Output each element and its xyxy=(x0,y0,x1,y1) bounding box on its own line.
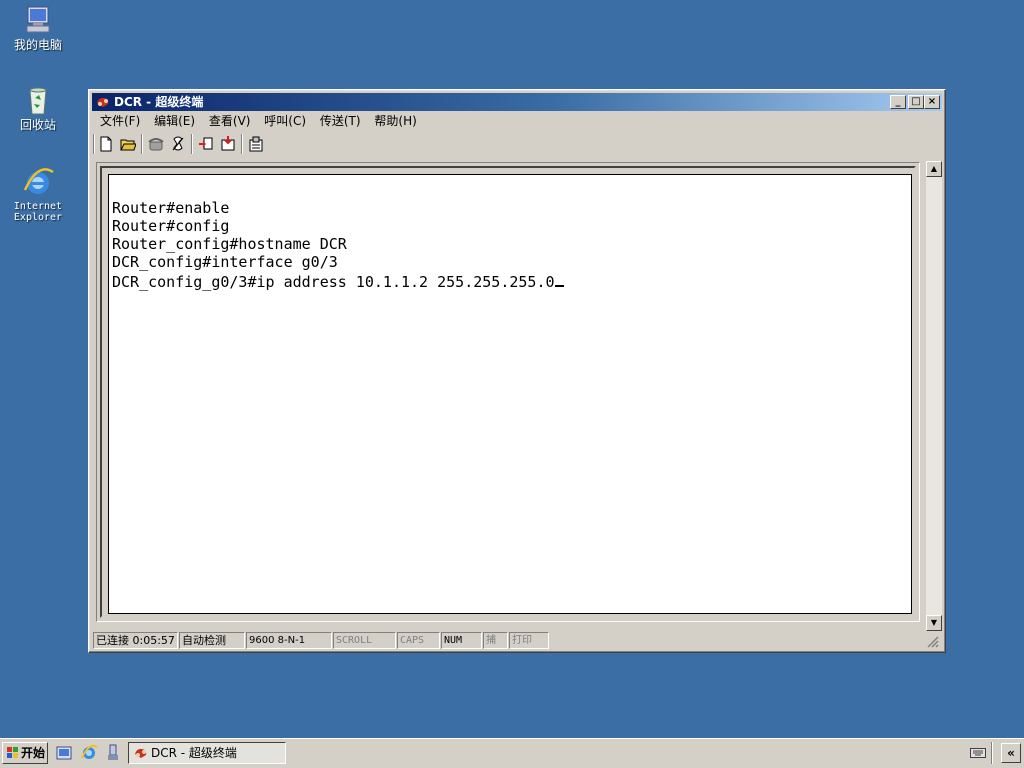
menu-bar: 文件(F) 编辑(E) 查看(V) 呼叫(C) 传送(T) 帮助(H) xyxy=(95,112,422,130)
status-print: 打印 xyxy=(509,632,549,649)
phone-icon xyxy=(148,138,164,151)
maximize-button[interactable]: □ xyxy=(908,95,924,109)
menu-call[interactable]: 呼叫(C) xyxy=(259,112,311,130)
menu-help[interactable]: 帮助(H) xyxy=(369,112,421,130)
terminal-panel: Router#enable Router#config Router_confi… xyxy=(96,162,920,622)
status-bar: 已连接 0:05:57 自动检测 9600 8-N-1 SCROLL CAPS … xyxy=(93,632,941,650)
hyperterminal-window: DCR - 超级终端 _ □ × 文件(F) 编辑(E) 查看(V) 呼叫(C)… xyxy=(88,89,946,653)
window-title: DCR - 超级终端 xyxy=(114,95,204,109)
terminal-output: Router#enable Router#config Router_confi… xyxy=(112,199,564,291)
tray-expand-button[interactable]: « xyxy=(1001,743,1021,763)
new-connection-button[interactable] xyxy=(95,133,117,155)
toolbar-separator xyxy=(241,134,243,154)
internet-explorer-icon xyxy=(21,166,55,198)
status-caps: CAPS xyxy=(397,632,440,649)
show-desktop-icon[interactable] xyxy=(55,744,73,762)
scroll-down-button[interactable]: ▼ xyxy=(926,615,942,631)
toolbar-separator xyxy=(141,134,143,154)
status-detect: 自动检测 xyxy=(179,632,245,649)
title-bar[interactable]: DCR - 超级终端 _ □ × xyxy=(92,93,942,111)
receive-button[interactable] xyxy=(217,133,239,155)
text-cursor xyxy=(554,271,564,287)
send-icon xyxy=(199,137,213,150)
desktop-icon-my-computer[interactable]: 我的电脑 xyxy=(0,4,76,52)
desktop-icon-label: 回收站 xyxy=(19,118,56,132)
desktop-icon-recycle-bin[interactable]: 回收站 xyxy=(0,84,76,132)
call-button[interactable] xyxy=(145,133,167,155)
close-button[interactable]: × xyxy=(924,95,940,109)
minimize-button[interactable]: _ xyxy=(890,95,906,109)
terminal-line: Router_config#hostname DCR xyxy=(112,235,347,253)
my-computer-icon xyxy=(21,4,55,36)
menu-view[interactable]: 查看(V) xyxy=(204,112,256,130)
terminal-line: Router#enable xyxy=(112,199,230,217)
internet-explorer-icon[interactable] xyxy=(80,744,98,762)
desktop-icon-internet-explorer[interactable]: Internet Explorer xyxy=(0,166,76,223)
menu-transfer[interactable]: 传送(T) xyxy=(315,112,366,130)
status-scroll: SCROLL xyxy=(333,632,396,649)
tray-separator xyxy=(991,742,993,764)
properties-button[interactable] xyxy=(245,133,267,155)
open-icon xyxy=(120,139,136,151)
hyperterminal-icon xyxy=(133,746,149,760)
taskbar-button-hyperterminal[interactable]: DCR - 超级终端 xyxy=(128,742,286,764)
resize-grip-icon[interactable] xyxy=(927,636,939,648)
terminal-line: DCR_config#interface g0/3 xyxy=(112,253,338,271)
terminal-frame: Router#enable Router#config Router_confi… xyxy=(100,166,916,618)
scroll-up-button[interactable]: ▲ xyxy=(926,161,942,177)
taskbar: 开始 DCR - 超级终端 « xyxy=(0,738,1024,768)
toolbar-separator xyxy=(191,134,193,154)
status-connected: 已连接 0:05:57 xyxy=(93,632,178,649)
receive-icon xyxy=(221,136,235,151)
terminal-screen[interactable]: Router#enable Router#config Router_confi… xyxy=(108,174,912,614)
start-button[interactable]: 开始 xyxy=(2,742,48,764)
vertical-scrollbar[interactable]: ▲ ▼ xyxy=(926,161,942,631)
desktop-icon-label: 我的电脑 xyxy=(13,38,62,52)
properties-icon xyxy=(249,136,263,152)
menu-file[interactable]: 文件(F) xyxy=(95,112,145,130)
start-label: 开始 xyxy=(21,746,46,760)
status-capture: 捕 xyxy=(483,632,508,649)
disconnect-button[interactable] xyxy=(167,133,189,155)
terminal-current-line: DCR_config_g0/3#ip address 10.1.1.2 255.… xyxy=(112,271,564,291)
explorer-icon[interactable] xyxy=(104,744,122,762)
terminal-line: Router#config xyxy=(112,217,230,235)
windows-logo-icon xyxy=(6,746,20,760)
new-icon xyxy=(100,136,112,152)
disconnect-icon xyxy=(172,136,184,151)
open-button[interactable] xyxy=(117,133,139,155)
status-num: NUM xyxy=(441,632,482,649)
desktop-icon-label: Explorer xyxy=(13,212,63,223)
taskbar-button-label: DCR - 超级终端 xyxy=(151,746,237,760)
desktop-icon-label: Internet xyxy=(13,201,63,212)
status-baud: 9600 8-N-1 xyxy=(246,632,332,649)
keyboard-icon[interactable] xyxy=(970,746,986,758)
recycle-bin-icon xyxy=(21,84,55,116)
hyperterminal-icon xyxy=(95,95,111,109)
terminal-line: DCR_config_g0/3#ip address 10.1.1.2 255.… xyxy=(112,273,555,291)
send-button[interactable] xyxy=(195,133,217,155)
menu-edit[interactable]: 编辑(E) xyxy=(149,112,200,130)
